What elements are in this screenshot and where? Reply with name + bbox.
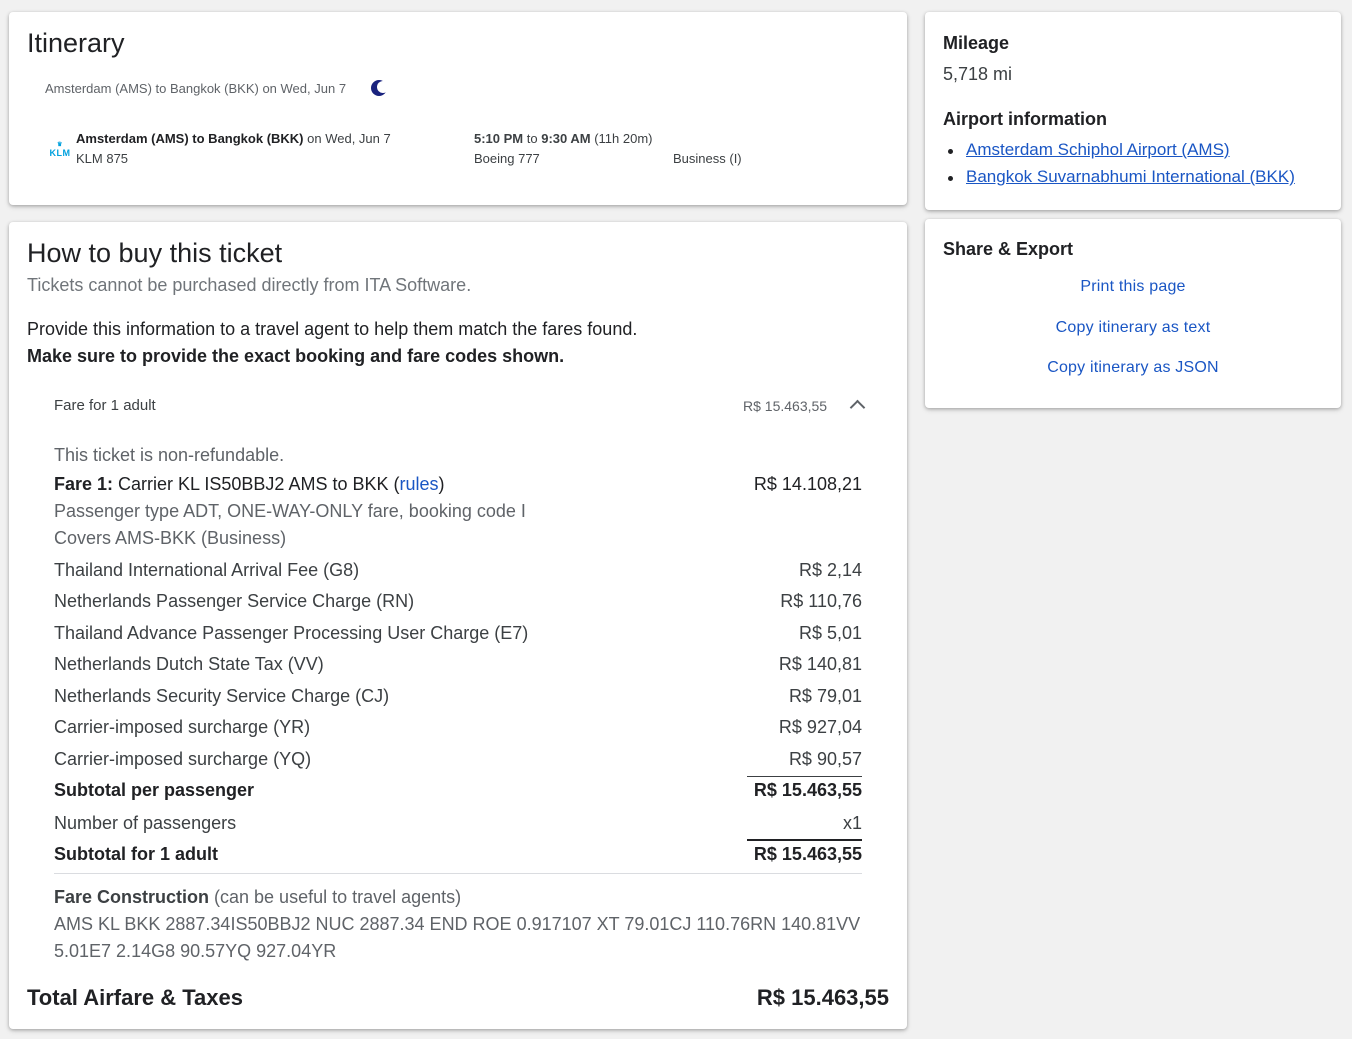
num-pax-value: x1 <box>842 813 862 833</box>
tax-label: Netherlands Dutch State Tax (VV) <box>54 654 324 674</box>
subtotal-adult-label: Subtotal for 1 adult <box>54 844 218 864</box>
mileage-title: Mileage <box>943 33 1010 53</box>
fare1-passenger-type: Passenger type ADT, ONE-WAY-ONLY fare, b… <box>54 501 526 521</box>
fare-construction-line2: 5.01E7 2.14G8 90.57YQ 927.04YR <box>54 941 337 961</box>
itinerary-summary: Amsterdam (AMS) to Bangkok (BKK) on Wed,… <box>45 81 347 96</box>
buy-instructions: Provide this information to a travel age… <box>27 319 638 339</box>
subtotal-adult-divider <box>747 839 862 841</box>
share-title: Share & Export <box>943 239 1074 259</box>
fare-construction-line1: AMS KL BKK 2887.34IS50BBJ2 NUC 2887.34 E… <box>54 914 861 934</box>
tax-amount: R$ 110,76 <box>780 591 862 611</box>
fare-construction-label: Fare Construction <box>54 887 210 907</box>
chevron-up-icon[interactable] <box>849 399 866 416</box>
tax-amount: R$ 927,04 <box>778 717 862 737</box>
tax-amount: R$ 140,81 <box>778 654 862 674</box>
subtotal-pp-label: Subtotal per passenger <box>54 780 255 800</box>
airport-link-ams[interactable]: Amsterdam Schiphol Airport (AMS) <box>966 140 1230 160</box>
tax-amount: R$ 5,01 <box>798 623 862 643</box>
tax-row: Carrier-imposed surcharge (YQ) R$ 90,57 <box>54 749 862 770</box>
fare-rules-link[interactable]: rules <box>399 474 438 494</box>
cabin-class: Business (I) <box>673 151 742 166</box>
tax-label: Carrier-imposed surcharge (YQ) <box>54 749 312 769</box>
flight-number: KLM 875 <box>76 151 129 166</box>
tax-row: Netherlands Passenger Service Charge (RN… <box>54 591 862 612</box>
fare-header-amount[interactable]: R$ 15.463,55 <box>743 398 827 414</box>
flight-duration: (11h 20m) <box>590 131 653 146</box>
copy-json-button[interactable]: Copy itinerary as JSON <box>925 359 1341 377</box>
how-to-buy-card: How to buy this ticket Tickets cannot be… <box>9 222 907 1029</box>
print-page-button[interactable]: Print this page <box>925 278 1341 296</box>
total-amount: R$ 15.463,55 <box>756 985 889 1010</box>
fare1-row: Fare 1: Carrier KL IS50BBJ2 AMS to BKK (… <box>54 474 862 495</box>
tax-amount: R$ 2,14 <box>798 560 862 580</box>
fare-construction-note: (can be useful to travel agents) <box>209 887 462 907</box>
fare-section-divider <box>54 873 862 874</box>
fare-construction-heading: Fare Construction (can be useful to trav… <box>54 887 461 908</box>
num-pax-label: Number of passengers <box>54 813 237 833</box>
tax-label: Netherlands Passenger Service Charge (RN… <box>54 591 415 611</box>
copy-text-button[interactable]: Copy itinerary as text <box>925 319 1341 337</box>
airport-link-bkk[interactable]: Bangkok Suvarnabhumi International (BKK) <box>966 167 1295 187</box>
total-label: Total Airfare & Taxes <box>27 985 243 1010</box>
tax-amount: R$ 90,57 <box>788 749 862 769</box>
depart-time: 5:10 PM <box>474 131 524 146</box>
itinerary-card: Itinerary Amsterdam (AMS) to Bangkok (BK… <box>9 12 907 205</box>
tax-row: Netherlands Security Service Charge (CJ)… <box>54 686 862 707</box>
tax-label: Thailand International Arrival Fee (G8) <box>54 560 360 580</box>
num-passengers-row: Number of passengers x1 <box>54 813 862 834</box>
arrive-time: 9:30 AM <box>541 131 591 146</box>
subtotal-adult-row: Subtotal for 1 adult R$ 15.463,55 <box>54 844 862 865</box>
tax-row: Netherlands Dutch State Tax (VV) R$ 140,… <box>54 654 862 675</box>
moon-icon <box>371 80 389 96</box>
buy-instructions-bold: Make sure to provide the exact booking a… <box>27 346 565 366</box>
klm-logo: ♛ KLM <box>49 142 71 158</box>
subtotal-adult-amount: R$ 15.463,55 <box>753 844 862 864</box>
tax-row: Carrier-imposed surcharge (YR) R$ 927,04 <box>54 717 862 738</box>
airport-info-title: Airport information <box>943 109 1107 129</box>
tax-label: Netherlands Security Service Charge (CJ) <box>54 686 390 706</box>
to-word: to <box>523 131 542 146</box>
non-refundable-note: This ticket is non-refundable. <box>54 445 285 465</box>
mileage-card: Mileage 5,718 mi Airport information Ams… <box>925 12 1341 210</box>
flight-date: on Wed, Jun 7 <box>303 131 391 146</box>
fare-header-label[interactable]: Fare for 1 adult <box>54 397 156 414</box>
bullet-icon <box>948 176 953 181</box>
flight-times: 5:10 PM to 9:30 AM (11h 20m) <box>474 131 653 146</box>
fare1-label: Fare 1: <box>54 474 114 494</box>
bullet-icon <box>948 149 953 154</box>
tax-row: Thailand International Arrival Fee (G8) … <box>54 560 862 581</box>
fare1-desc: Carrier KL IS50BBJ2 AMS to BKK ( <box>113 474 400 494</box>
tax-label: Carrier-imposed surcharge (YR) <box>54 717 311 737</box>
fare1-amount: R$ 14.108,21 <box>753 474 862 494</box>
subtotal-per-passenger-row: Subtotal per passenger R$ 15.463,55 <box>54 780 862 801</box>
subtotal-divider <box>747 776 862 777</box>
itinerary-title: Itinerary <box>27 28 125 58</box>
fare1-covers: Covers AMS-BKK (Business) <box>54 528 287 548</box>
aircraft: Boeing 777 <box>474 151 540 166</box>
share-export-card: Share & Export Print this page Copy itin… <box>925 219 1341 408</box>
buy-subtitle: Tickets cannot be purchased directly fro… <box>27 275 472 295</box>
buy-title: How to buy this ticket <box>27 238 283 268</box>
tax-amount: R$ 79,01 <box>788 686 862 706</box>
fare1-close: ) <box>438 474 445 494</box>
flight-route-bold: Amsterdam (AMS) to Bangkok (BKK) <box>76 131 304 146</box>
subtotal-pp-amount: R$ 15.463,55 <box>753 780 862 800</box>
tax-label: Thailand Advance Passenger Processing Us… <box>54 623 529 643</box>
mileage-value: 5,718 mi <box>943 64 1013 84</box>
flight-route: Amsterdam (AMS) to Bangkok (BKK) on Wed,… <box>76 131 391 146</box>
tax-row: Thailand Advance Passenger Processing Us… <box>54 623 862 644</box>
